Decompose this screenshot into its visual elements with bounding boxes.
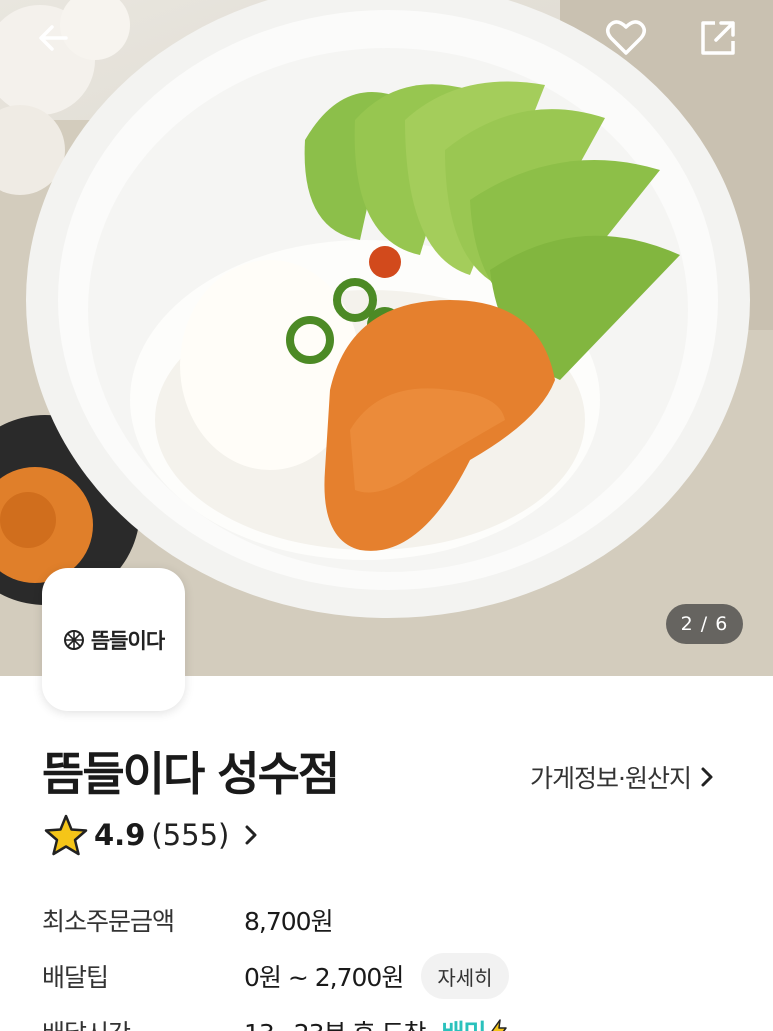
delivery-tip-detail-button[interactable]: 자세히: [421, 953, 509, 999]
min-order-value: 8,700원: [244, 907, 334, 936]
delivery-time-label: 배달시간: [42, 1014, 244, 1031]
image-counter: 2 / 6: [666, 604, 743, 644]
baemin-badge-label: 배민: [441, 1014, 486, 1031]
delivery-tip-value: 0원 ~ 2,700원: [244, 963, 404, 992]
delivery-tip-row: 배달팁 0원 ~ 2,700원 자세히: [42, 948, 742, 1004]
delivery-info: 최소주문금액 8,700원 배달팁 0원 ~ 2,700원 자세히 배달시간 1…: [42, 892, 742, 1031]
lightning-icon: [491, 1019, 508, 1031]
delivery-time-value: 13~23분 후 도착: [244, 1014, 426, 1031]
store-name: 뜸들이다 성수점: [42, 747, 340, 801]
rating-value: 4.9: [94, 818, 146, 852]
logo-mark-icon: [63, 629, 84, 650]
baemin-badge: 배민: [441, 1014, 509, 1031]
back-button[interactable]: [24, 8, 84, 68]
review-count: (555): [151, 818, 230, 852]
arrow-left-icon: [39, 25, 68, 51]
star-icon: [44, 814, 88, 856]
store-logo: 뜸들이다: [42, 568, 185, 711]
chevron-right-icon: [245, 825, 257, 845]
share-button[interactable]: [688, 8, 748, 68]
min-order-row: 최소주문금액 8,700원: [42, 892, 742, 948]
favorite-button[interactable]: [596, 8, 656, 68]
delivery-time-row: 배달시간 13~23분 후 도착 배민: [42, 1004, 742, 1031]
store-info-link[interactable]: 가게정보·원산지: [530, 759, 715, 795]
chevron-right-icon: [701, 767, 713, 787]
share-external-icon: [701, 21, 735, 55]
store-info-link-label: 가게정보·원산지: [530, 764, 692, 793]
delivery-tip-label: 배달팁: [42, 963, 109, 992]
min-order-label: 최소주문금액: [42, 907, 175, 936]
rating-link[interactable]: 4.9 (555): [44, 814, 259, 856]
heart-outline-icon: [606, 20, 646, 55]
logo-text: 뜸들이다: [90, 628, 165, 653]
